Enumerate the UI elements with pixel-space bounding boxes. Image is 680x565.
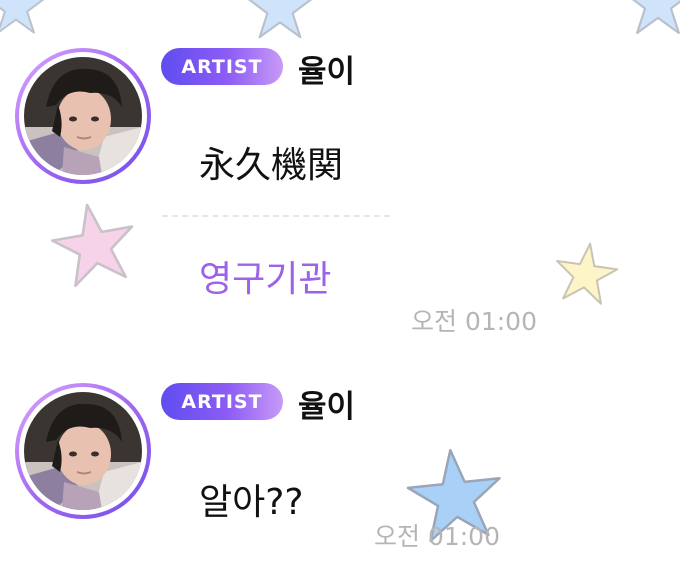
avatar-photo [24, 392, 142, 510]
translated-text: 영구기관 [199, 259, 332, 300]
star-blue-icon [247, 0, 313, 39]
author-name[interactable]: 율이 [298, 381, 355, 426]
star-blue-icon [631, 0, 680, 35]
avatar-photo [24, 57, 142, 175]
artist-badge: ARTIST [161, 383, 283, 420]
message-text: 알아?? [199, 482, 304, 523]
message-timestamp: 오전 01:00 [411, 307, 537, 336]
author-name[interactable]: 율이 [298, 46, 355, 91]
chat-message: ARTIST 율이 알아?? 오전 01:00 [0, 383, 680, 563]
chat-message: ARTIST 율이 永久機関 영구기관 오전 01:00 [0, 48, 680, 338]
artist-avatar[interactable] [15, 48, 151, 184]
message-text: 永久機関 [199, 145, 344, 186]
translation-divider [162, 215, 390, 217]
artist-avatar[interactable] [15, 383, 151, 519]
artist-badge: ARTIST [161, 48, 283, 85]
message-timestamp: 오전 01:00 [374, 522, 500, 551]
star-blue-icon [0, 0, 45, 34]
